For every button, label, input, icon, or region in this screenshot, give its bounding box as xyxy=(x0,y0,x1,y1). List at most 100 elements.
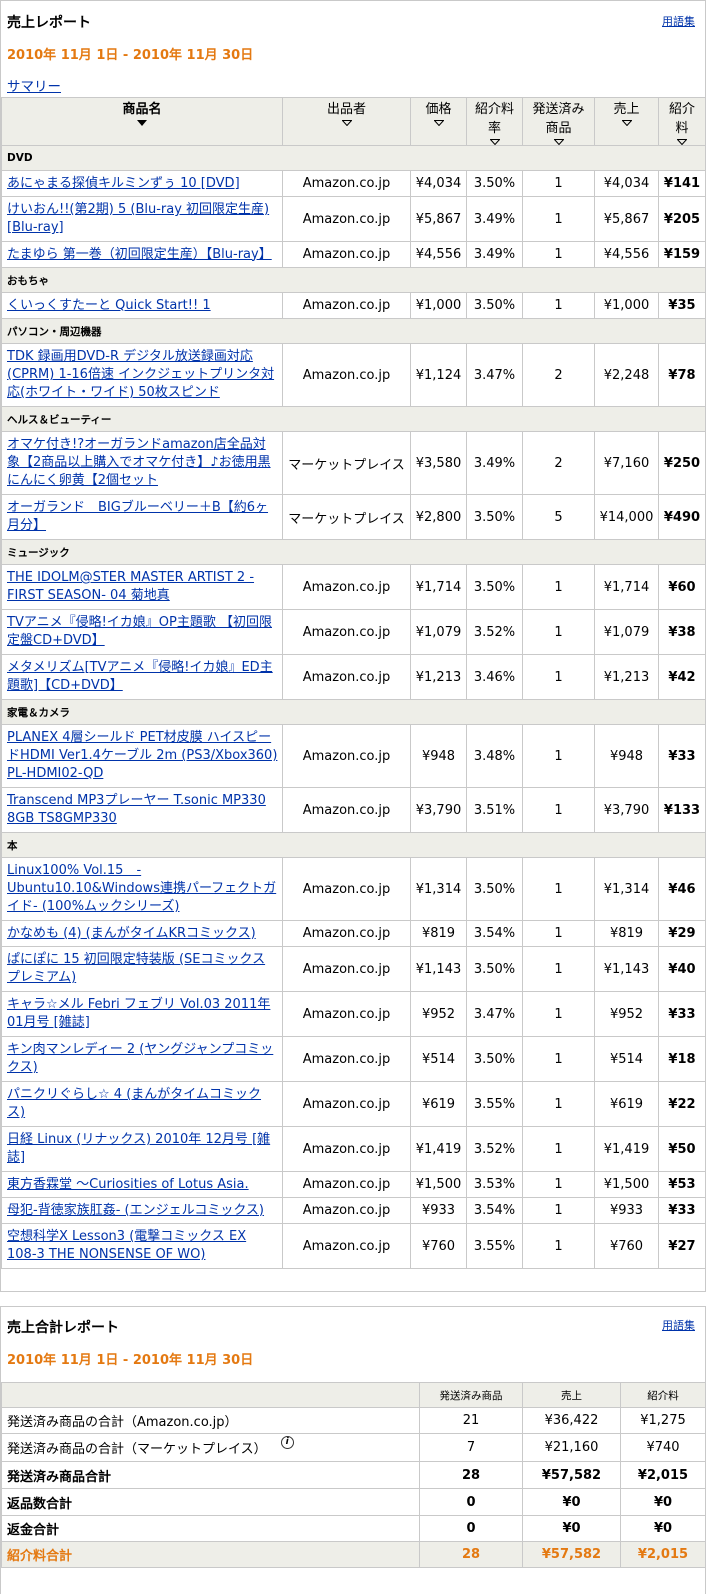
price-cell: ¥4,034 xyxy=(410,170,467,197)
table-row: たまゆら 第一巻（初回限定生産）【Blu-ray】 Amazon.co.jp ¥4,… xyxy=(1,241,706,268)
column-header-fee[interactable]: 紹介料 xyxy=(658,97,706,146)
product-link[interactable]: オーガランド BIGブルーベリー＋B【約6ヶ月分】 xyxy=(7,500,268,533)
product-name-cell: THE IDOLM@STER MASTER ARTIST 2 -FIRST SE… xyxy=(1,564,283,610)
product-link[interactable]: ぱにぽに 15 初回限定特装版 (SEコミックスプレミアム) xyxy=(7,952,265,985)
product-link[interactable]: 東方香霖堂 ～Curiosities of Lotus Asia. xyxy=(7,1177,249,1192)
totals-sales-cell: ¥57,582 xyxy=(522,1541,621,1568)
fee-cell: ¥78 xyxy=(658,343,706,407)
fee-rate-cell: 3.47% xyxy=(466,343,523,407)
column-header-shipped[interactable]: 発送済み商品 xyxy=(522,97,595,146)
info-icon[interactable]: i xyxy=(280,1436,294,1449)
price-cell: ¥3,580 xyxy=(410,431,467,495)
column-header-sales[interactable]: 売上 xyxy=(594,97,659,146)
sort-arrow-icon xyxy=(621,120,632,126)
column-header-seller[interactable]: 出品者 xyxy=(282,97,411,146)
product-link[interactable]: TDK 録画用DVD-R デジタル放送録画対応(CPRM) 1-16倍速 インク… xyxy=(7,349,274,400)
table-row: キャラ☆メル Febri フェブリ Vol.03 2011年 01月号 [雑誌]… xyxy=(1,991,706,1037)
sort-arrow-icon xyxy=(677,139,687,145)
shipped-cell: 1 xyxy=(522,196,595,242)
fee-cell: ¥42 xyxy=(658,654,706,700)
product-link[interactable]: キャラ☆メル Febri フェブリ Vol.03 2011年 01月号 [雑誌] xyxy=(7,997,270,1030)
fee-rate-cell: 3.51% xyxy=(466,787,523,833)
table-row: けいおん!!(第2期) 5 (Blu-ray 初回限定生産) [Blu-ray]… xyxy=(1,196,706,242)
seller-cell: Amazon.co.jp xyxy=(282,564,411,610)
seller-cell: Amazon.co.jp xyxy=(282,1223,411,1269)
product-name-cell: 日経 Linux (リナックス) 2010年 12月号 [雑誌] xyxy=(1,1126,283,1172)
sort-arrow-icon xyxy=(433,120,444,126)
glossary-link[interactable]: 用語集 xyxy=(662,13,695,29)
fee-rate-cell: 3.52% xyxy=(466,1126,523,1172)
totals-fee-cell: ¥740 xyxy=(620,1433,706,1462)
totals-sales-cell: ¥0 xyxy=(522,1488,621,1516)
totals-header-sales: 売上 xyxy=(522,1382,621,1408)
summary-link[interactable]: サマリー xyxy=(7,75,61,95)
product-link[interactable]: 母犯-背徳家族肛姦- (エンジェルコミックス) xyxy=(7,1203,264,1218)
sales-cell: ¥1,000 xyxy=(594,292,659,319)
seller-cell: Amazon.co.jp xyxy=(282,609,411,655)
product-link[interactable]: 空想科学X Lesson3 (電撃コミックス EX 108-3 THE NONS… xyxy=(7,1229,246,1262)
fee-rate-cell: 3.50% xyxy=(466,494,523,540)
product-link[interactable]: くいっくすたーと Quick Start!! 1 xyxy=(7,298,211,313)
column-header-product-name[interactable]: 商品名 xyxy=(1,97,283,146)
totals-glossary-link[interactable]: 用語集 xyxy=(662,1317,695,1333)
product-link[interactable]: あにゃまる探偵キルミンずぅ 10 [DVD] xyxy=(7,176,240,191)
fee-cell: ¥22 xyxy=(658,1081,706,1127)
product-link[interactable]: Transcend MP3プレーヤー T.sonic MP330 8GB TS8… xyxy=(7,793,266,826)
price-cell: ¥760 xyxy=(410,1223,467,1269)
product-link[interactable]: TVアニメ『侵略!イカ娘』OP主題歌 【初回限定盤CD+DVD】 xyxy=(7,615,272,648)
totals-header-shipped: 発送済み商品 xyxy=(419,1382,523,1408)
table-row: 日経 Linux (リナックス) 2010年 12月号 [雑誌] Amazon.c… xyxy=(1,1126,706,1172)
product-name-cell: 母犯-背徳家族肛姦- (エンジェルコミックス) xyxy=(1,1197,283,1224)
product-link[interactable]: かなめも (4) (まんがタイムKRコミックス) xyxy=(7,926,256,941)
product-link[interactable]: メタメリズム[TVアニメ『侵略!イカ娘』ED主題歌]【CD+DVD】 xyxy=(7,660,273,693)
totals-report-panel: 売上合計レポート 用語集 2010年 11月 1日 - 2010年 11月 30… xyxy=(0,1306,706,1594)
product-link[interactable]: パニクリぐらし☆ 4 (まんがタイムコミックス) xyxy=(7,1087,261,1120)
fee-cell: ¥205 xyxy=(658,196,706,242)
totals-row-label-text: 紹介料合計 xyxy=(7,1549,73,1564)
fee-rate-cell: 3.54% xyxy=(466,1197,523,1224)
product-link[interactable]: Linux100% Vol.15 -Ubuntu10.10&Windows連携パ… xyxy=(7,863,276,914)
column-header-fee-rate[interactable]: 紹介料率 xyxy=(466,97,523,146)
product-name-cell: メタメリズム[TVアニメ『侵略!イカ娘』ED主題歌]【CD+DVD】 xyxy=(1,654,283,700)
sort-arrow-icon xyxy=(489,139,500,145)
fee-rate-cell: 3.54% xyxy=(466,920,523,947)
sales-cell: ¥5,867 xyxy=(594,196,659,242)
product-name-cell: キャラ☆メル Febri フェブリ Vol.03 2011年 01月号 [雑誌] xyxy=(1,991,283,1037)
column-header-price[interactable]: 価格 xyxy=(410,97,467,146)
shipped-cell: 1 xyxy=(522,1171,595,1198)
product-link[interactable]: PLANEX 4層シールド PET材皮膜 ハイスピードHDMI Ver1.4ケー… xyxy=(7,730,277,781)
fee-rate-cell: 3.55% xyxy=(466,1223,523,1269)
category-label: ミュージック xyxy=(1,539,706,565)
sales-cell: ¥3,790 xyxy=(594,787,659,833)
shipped-cell: 1 xyxy=(522,170,595,197)
product-link[interactable]: 日経 Linux (リナックス) 2010年 12月号 [雑誌] xyxy=(7,1132,270,1165)
totals-shipped-cell: 7 xyxy=(419,1433,523,1462)
totals-fee-cell: ¥1,275 xyxy=(620,1407,706,1434)
seller-cell: Amazon.co.jp xyxy=(282,857,411,921)
sales-cell: ¥933 xyxy=(594,1197,659,1224)
totals-fee-cell: ¥2,015 xyxy=(620,1541,706,1568)
table-row: オーガランド BIGブルーベリー＋B【約6ヶ月分】 マーケットプレイス ¥2,800… xyxy=(1,494,706,540)
category-label: 本 xyxy=(1,832,706,858)
totals-table: 発送済み商品 売上 紹介料 発送済み商品の合計（Amazon.co.jp） 21 ¥… xyxy=(1,1382,706,1568)
totals-row-label-text: 返品数合計 xyxy=(7,1496,73,1512)
fee-rate-cell: 3.50% xyxy=(466,564,523,610)
seller-cell: Amazon.co.jp xyxy=(282,170,411,197)
totals-row: 返金合計 0 ¥0 ¥0 xyxy=(1,1515,706,1542)
product-link[interactable]: オマケ付き!?オーガランドamazon店全品対象【2商品以上購入でオマケ付き】♪… xyxy=(7,437,271,488)
fee-cell: ¥38 xyxy=(658,609,706,655)
totals-fee-cell: ¥2,015 xyxy=(620,1461,706,1489)
totals-report-title: 売上合計レポート xyxy=(7,1320,119,1336)
product-link[interactable]: キン肉マンレディー 2 (ヤングジャンプコミックス) xyxy=(7,1042,273,1075)
price-cell: ¥2,800 xyxy=(410,494,467,540)
seller-cell: Amazon.co.jp xyxy=(282,724,411,788)
product-link[interactable]: THE IDOLM@STER MASTER ARTIST 2 -FIRST SE… xyxy=(7,570,254,603)
totals-row: 発送済み商品の合計（Amazon.co.jp） 21 ¥36,422 ¥1,275 xyxy=(1,1407,706,1434)
seller-cell: マーケットプレイス xyxy=(282,494,411,540)
product-name-cell: 空想科学X Lesson3 (電撃コミックス EX 108-3 THE NONS… xyxy=(1,1223,283,1269)
product-link[interactable]: たまゆら 第一巻（初回限定生産）【Blu-ray】 xyxy=(7,247,272,262)
price-cell: ¥4,556 xyxy=(410,241,467,268)
product-link[interactable]: けいおん!!(第2期) 5 (Blu-ray 初回限定生産) [Blu-ray] xyxy=(7,202,269,235)
fee-rate-cell: 3.49% xyxy=(466,241,523,268)
table-row: Transcend MP3プレーヤー T.sonic MP330 8GB TS8… xyxy=(1,787,706,833)
